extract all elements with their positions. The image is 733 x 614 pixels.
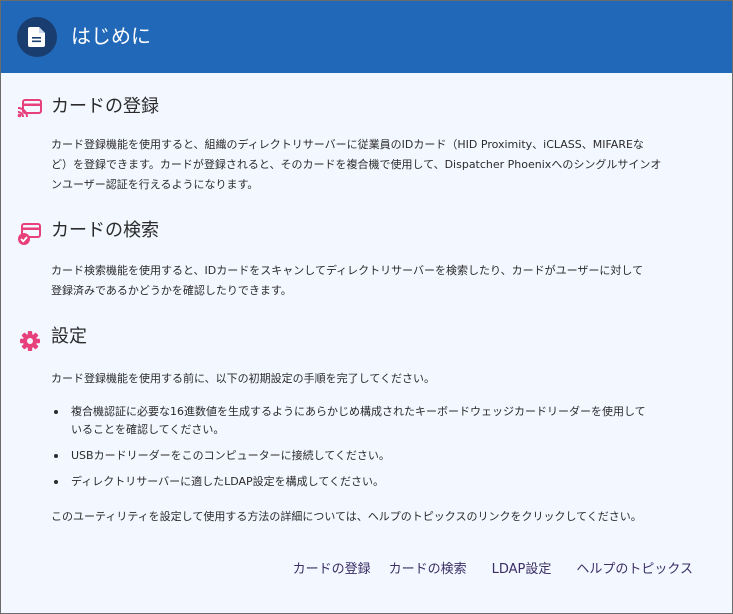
section-title: カードの登録 [51, 96, 159, 117]
link-ldap-settings[interactable]: LDAP設定 [476, 559, 568, 581]
text-line: ディレクトリサーバーに適したLDAP設定を構成してください。 [71, 475, 385, 488]
link-card-register[interactable]: カードの登録 [284, 559, 380, 581]
text-line: カード登録機能を使用すると、組織のディレクトリサーバーに従業員のIDカード（HI… [51, 138, 644, 151]
list-item: USBカードリーダーをこのコンピューターに接続してください。 [51, 447, 715, 465]
text-line: 登録済みであるかどうかを確認したりできます。 [51, 284, 292, 297]
section-description: カード検索機能を使用すると、IDカードをスキャンしてディレクトリサーバーを検索し… [51, 261, 715, 301]
link-help-topics[interactable]: ヘルプのトピックス [567, 559, 702, 581]
gear-icon [17, 326, 43, 352]
card-register-icon [17, 96, 43, 122]
settings-outro: このユーティリティを設定して使用する方法の詳細については、ヘルプのトピックスのリ… [51, 510, 642, 523]
start-window: はじめに カードの登録 カード登録機能を使用すると、組織のディレクトリサーバーに… [0, 0, 733, 614]
text-line: カード検索機能を使用すると、IDカードをスキャンしてディレクトリサーバーを検索し… [51, 264, 644, 277]
text-line: USBカードリーダーをこのコンピューターに接続してください。 [71, 449, 390, 462]
text-line: ンユーザー認証を行えるようになります。 [51, 178, 259, 191]
section-title: カードの検索 [51, 220, 159, 241]
section-description: カード登録機能を使用すると、組織のディレクトリサーバーに従業員のIDカード（HI… [51, 135, 715, 195]
header-bar: はじめに [1, 1, 732, 73]
text-line: ど）を登録できます。カードが登録されると、そのカードを複合機で使用して、Disp… [51, 158, 662, 171]
page-title: はじめに [71, 24, 151, 48]
card-search-icon [17, 220, 43, 246]
text-line: いることを確認してください。 [71, 423, 225, 436]
settings-intro: カード登録機能を使用する前に、以下の初期設定の手順を完了してください。 [51, 372, 436, 385]
text-line: 複合機認証に必要な16進数値を生成するようにあらかじめ構成されたキーボードウェッ… [71, 405, 646, 418]
document-icon [17, 17, 57, 57]
link-card-search[interactable]: カードの検索 [380, 559, 476, 581]
settings-steps-list: 複合機認証に必要な16進数値を生成するようにあらかじめ構成されたキーボードウェッ… [51, 403, 715, 499]
section-title: 設定 [51, 326, 87, 347]
footer-links: カードの登録 カードの検索 LDAP設定 ヘルプのトピックス [284, 559, 702, 581]
list-item: 複合機認証に必要な16進数値を生成するようにあらかじめ構成されたキーボードウェッ… [51, 403, 715, 439]
list-item: ディレクトリサーバーに適したLDAP設定を構成してください。 [51, 473, 715, 491]
